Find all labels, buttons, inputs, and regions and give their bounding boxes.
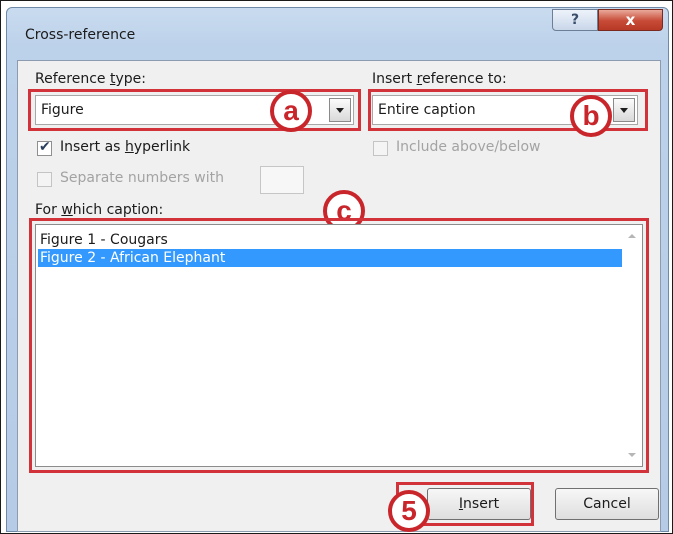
dialog-body: Reference type: Figure a Insert referenc… xyxy=(17,60,661,532)
separator-input[interactable] xyxy=(260,166,304,194)
separate-numbers-label: Separate numbers with xyxy=(60,170,224,186)
annotation-badge-b: b xyxy=(570,95,612,137)
checkmark-icon: ✔ xyxy=(39,139,51,155)
help-icon: ? xyxy=(570,12,580,28)
reference-type-label: Reference type: xyxy=(35,71,146,87)
annotation-badge-step-5: 5 xyxy=(388,490,430,532)
annotation-badge-a: a xyxy=(270,90,312,132)
insert-as-hyperlink-label: Insert as hyperlink xyxy=(60,139,191,155)
include-above-below-checkbox[interactable] xyxy=(373,141,388,156)
close-button[interactable]: x xyxy=(598,9,663,31)
highlight-c xyxy=(29,218,649,473)
close-icon: x xyxy=(625,11,636,29)
include-above-below-label: Include above/below xyxy=(396,139,541,155)
separate-numbers-checkbox[interactable] xyxy=(37,172,52,187)
help-button[interactable]: ? xyxy=(552,9,598,31)
for-which-caption-label: For which caption: xyxy=(35,202,164,218)
title-bar: Cross-reference ? x xyxy=(7,8,668,60)
insert-reference-to-label: Insert reference to: xyxy=(372,71,507,87)
screenshot-frame: Cross-reference ? x Reference type: Figu… xyxy=(0,0,673,534)
cancel-button[interactable]: Cancel xyxy=(555,488,659,520)
cross-reference-dialog: Cross-reference ? x Reference type: Figu… xyxy=(6,7,669,532)
dialog-title: Cross-reference xyxy=(25,27,136,43)
insert-as-hyperlink-checkbox[interactable]: ✔ xyxy=(37,139,52,156)
